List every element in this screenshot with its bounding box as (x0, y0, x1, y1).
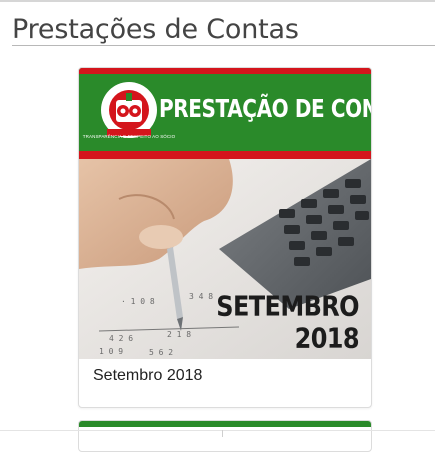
month-label-line1: SETEMBRO (216, 290, 359, 323)
top-border (0, 0, 435, 2)
svg-text:2 1 8: 2 1 8 (167, 330, 191, 339)
banner-red-stripe-top (79, 68, 371, 74)
report-card-september-2018[interactable]: TRANSPARÊNCIA E RESPEITO AO SÓCIO PRESTA… (78, 67, 372, 408)
banner-red-stripe-bottom (79, 151, 371, 159)
svg-text:1 0 9: 1 0 9 (99, 347, 123, 356)
section-title: Prestações de Contas (12, 14, 299, 45)
svg-text:5 6 2: 5 6 2 (149, 348, 173, 357)
svg-text:4 2 6: 4 2 6 (109, 334, 133, 343)
title-underline (12, 45, 435, 46)
report-card-next[interactable] (78, 420, 372, 452)
svg-text:· 1 0 8: · 1 0 8 (121, 297, 155, 306)
logo-caption: TRANSPARÊNCIA E RESPEITO AO SÓCIO (82, 134, 176, 139)
next-card-banner-stripe (79, 421, 371, 427)
month-label-line2: 2018 (294, 322, 360, 355)
month-label: SETEMBRO 2018 (216, 290, 359, 354)
thumbnail-banner: TRANSPARÊNCIA E RESPEITO AO SÓCIO PRESTA… (79, 68, 371, 159)
bottom-divider-tick (222, 430, 223, 437)
banner-title: PRESTAÇÃO DE CONTAS (159, 93, 371, 123)
bottom-divider (0, 430, 435, 431)
card-title-link[interactable]: Setembro 2018 (93, 367, 202, 385)
svg-text:3 4 8: 3 4 8 (189, 292, 213, 301)
card-thumbnail[interactable]: TRANSPARÊNCIA E RESPEITO AO SÓCIO PRESTA… (79, 68, 371, 359)
